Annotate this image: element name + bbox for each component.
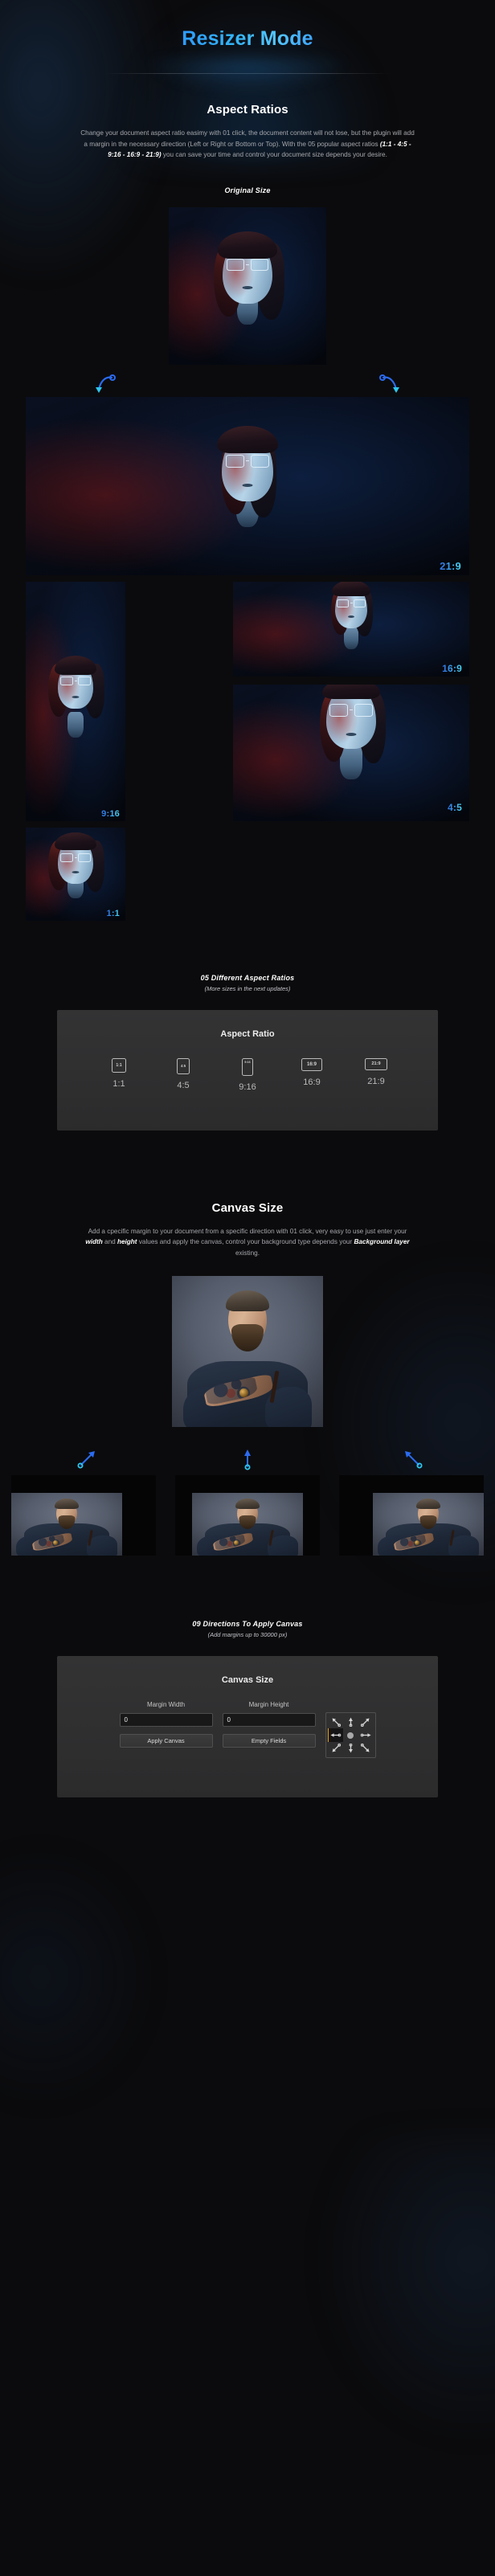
direction-right-icon[interactable] bbox=[358, 1728, 374, 1742]
page-root: Resizer Mode Aspect Ratios Change your d… bbox=[0, 0, 495, 1798]
resize-arrows-row bbox=[0, 370, 495, 397]
page-title: Resizer Mode bbox=[182, 27, 313, 50]
margin-height-label: Margin Height bbox=[248, 1701, 289, 1709]
aspect-ratios-heading: Aspect Ratios bbox=[207, 103, 288, 117]
canvas-arrow-up-left-icon bbox=[405, 1451, 423, 1469]
direction-center-icon[interactable] bbox=[343, 1728, 358, 1742]
direction-left-icon[interactable] bbox=[327, 1728, 343, 1743]
title-glow bbox=[147, 59, 348, 92]
original-size-label: Original Size bbox=[224, 186, 271, 194]
sample-21-9: 21:9 bbox=[26, 396, 469, 575]
aspect-option-4-5[interactable]: 4:5 4:5 bbox=[165, 1057, 202, 1092]
canvas-panel-body: Margin Width 0 Apply Canvas Margin Heigh… bbox=[57, 1685, 438, 1759]
canvas-direction-arrows-row bbox=[0, 1446, 495, 1475]
aspect-feature-sub: (More sizes in the next updates) bbox=[204, 984, 291, 992]
canvas-variant-center bbox=[175, 1475, 320, 1556]
aspect-option-21-9[interactable]: 21:9 21:9 bbox=[358, 1057, 395, 1092]
canvas-variant-row bbox=[0, 1475, 495, 1562]
canvas-desc-bold3: Background layer bbox=[354, 1238, 410, 1246]
sample-grid: 9:16 16:9 4:5 bbox=[26, 581, 469, 821]
direction-pad bbox=[325, 1712, 376, 1759]
aspect-option-16-9[interactable]: 16:9 16:9 bbox=[293, 1057, 330, 1092]
ratio-badge-4-5: 4:5 bbox=[448, 801, 462, 813]
ratio-portrait-icon[interactable]: 4:5 bbox=[177, 1057, 190, 1074]
canvas-desc-bold2: height bbox=[117, 1238, 137, 1246]
direction-up-left-icon[interactable] bbox=[328, 1715, 343, 1728]
resize-arrow-left-icon bbox=[96, 374, 116, 393]
aspect-option-21-9-label: 21:9 bbox=[367, 1076, 385, 1086]
ratio-wide-icon-text: 16:9 bbox=[306, 1061, 317, 1067]
canvas-desc-part2: existing. bbox=[235, 1249, 260, 1257]
direction-down-icon[interactable] bbox=[343, 1742, 358, 1756]
ratio-badge-9-16: 9:16 bbox=[101, 808, 120, 819]
empty-fields-button[interactable]: Empty Fields bbox=[222, 1734, 316, 1748]
aspect-option-16-9-label: 16:9 bbox=[303, 1077, 321, 1087]
header-divider bbox=[104, 73, 391, 74]
canvas-variant-left bbox=[11, 1475, 156, 1556]
ratio-square-icon[interactable]: 1:1 bbox=[112, 1057, 126, 1073]
ratio-ultrawide-icon-text: 21:9 bbox=[371, 1061, 381, 1067]
aspect-panel-title: Aspect Ratio bbox=[220, 1028, 275, 1039]
aspect-ratio-panel: Aspect Ratio 1:1 1:1 4:5 4:5 9:16 9:16 1… bbox=[57, 1009, 438, 1131]
aspect-option-row: 1:1 1:1 4:5 4:5 9:16 9:16 16:9 16:9 21:9… bbox=[57, 1057, 438, 1092]
ratio-wide-icon[interactable]: 16:9 bbox=[301, 1057, 322, 1071]
canvas-original-preview bbox=[172, 1276, 323, 1428]
direction-up-icon[interactable] bbox=[343, 1715, 358, 1728]
ratio-ultrawide-icon[interactable]: 21:9 bbox=[365, 1057, 387, 1070]
page-header: Resizer Mode bbox=[0, 0, 495, 92]
original-size-preview bbox=[169, 206, 326, 365]
aspect-option-1-1-label: 1:1 bbox=[112, 1078, 125, 1089]
aspect-feature-title: 05 Different Aspect Ratios bbox=[200, 973, 295, 982]
ratio-badge-1-1: 1:1 bbox=[106, 908, 120, 918]
sample-1-1: 1:1 bbox=[26, 827, 125, 921]
sample-16-9: 16:9 bbox=[233, 581, 469, 677]
canvas-size-heading: Canvas Size bbox=[211, 1200, 284, 1215]
canvas-arrow-up-icon bbox=[244, 1450, 251, 1470]
aspect-desc-part2: you can save your time and control your … bbox=[161, 151, 387, 159]
direction-down-left-icon[interactable] bbox=[328, 1742, 343, 1756]
margin-height-group: Margin Height 0 Empty Fields bbox=[222, 1701, 316, 1748]
canvas-desc-bold1: width bbox=[85, 1238, 103, 1246]
margin-width-label: Margin Width bbox=[146, 1701, 186, 1709]
aspect-option-9-16[interactable]: 9:16 9:16 bbox=[229, 1057, 266, 1092]
aspect-desc-part1: Change your document aspect ratio easimy… bbox=[80, 129, 415, 148]
margin-width-group: Margin Width 0 Apply Canvas bbox=[119, 1701, 213, 1748]
ratio-tall-icon-text: 9:16 bbox=[244, 1060, 251, 1064]
canvas-desc-part1: Add a cpecific margin to your document f… bbox=[88, 1227, 407, 1235]
ratio-square-icon-text: 1:1 bbox=[116, 1062, 122, 1068]
direction-up-right-icon[interactable] bbox=[358, 1715, 374, 1728]
canvas-desc-mid2: values and apply the canvas, control you… bbox=[137, 1238, 354, 1246]
canvas-panel-title: Canvas Size bbox=[221, 1675, 274, 1686]
margin-height-input[interactable]: 0 bbox=[222, 1713, 316, 1728]
ratio-badge-21-9: 21:9 bbox=[440, 559, 461, 572]
ratio-tall-icon[interactable]: 9:16 bbox=[242, 1057, 253, 1076]
canvas-size-panel: Canvas Size Margin Width 0 Apply Canvas … bbox=[57, 1656, 438, 1798]
aspect-option-1-1[interactable]: 1:1 1:1 bbox=[100, 1057, 137, 1092]
sample-4-5: 4:5 bbox=[233, 684, 469, 821]
aspect-option-9-16-label: 9:16 bbox=[239, 1082, 256, 1092]
resize-arrow-right-icon bbox=[379, 374, 399, 393]
apply-canvas-button[interactable]: Apply Canvas bbox=[119, 1734, 213, 1748]
canvas-feature-title: 09 Directions To Apply Canvas bbox=[192, 1620, 303, 1629]
aspect-ratios-description: Change your document aspect ratio easimy… bbox=[79, 128, 416, 161]
margin-width-input[interactable]: 0 bbox=[119, 1713, 213, 1728]
aspect-option-4-5-label: 4:5 bbox=[177, 1080, 190, 1090]
canvas-size-description: Add a cpecific margin to your document f… bbox=[79, 1226, 416, 1259]
canvas-feature-sub: (Add margins up to 30000 px) bbox=[207, 1631, 288, 1639]
canvas-desc-mid1: and bbox=[102, 1238, 117, 1246]
ratio-badge-16-9: 16:9 bbox=[442, 662, 462, 674]
direction-down-right-icon[interactable] bbox=[358, 1742, 374, 1756]
ratio-portrait-icon-text: 4:5 bbox=[180, 1064, 186, 1069]
canvas-variant-right bbox=[339, 1475, 484, 1556]
sample-9-16: 9:16 bbox=[26, 581, 125, 821]
canvas-arrow-up-right-icon bbox=[77, 1451, 95, 1469]
